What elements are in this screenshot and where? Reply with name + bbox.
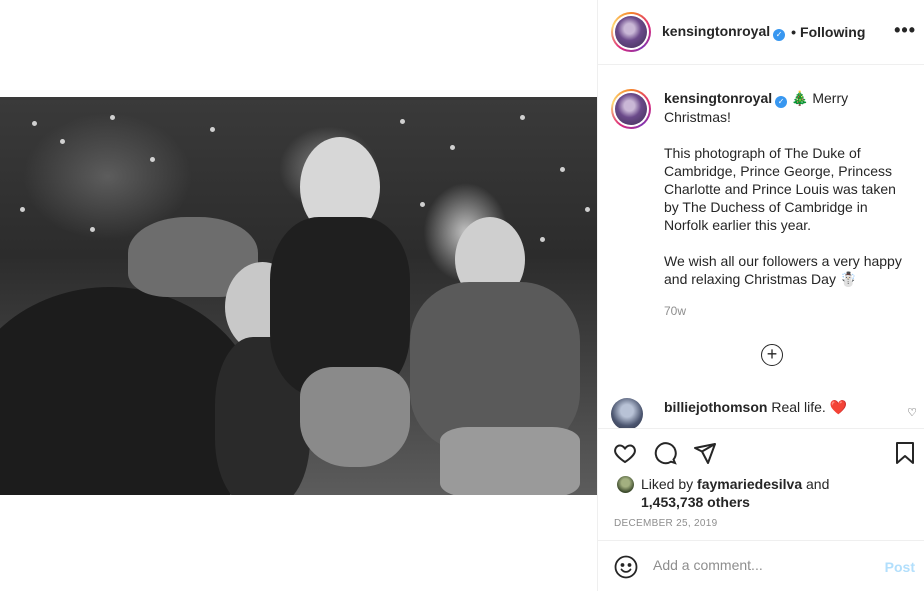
add-comment-section: Post <box>598 540 924 591</box>
emoji-icon[interactable] <box>614 555 638 579</box>
post-header: kensingtonroyal ✓ • Following ••• <box>598 0 924 65</box>
caption-row: kensingtonroyal ✓ 🎄 Merry Christmas! This… <box>611 89 914 288</box>
caption-text: kensingtonroyal ✓ 🎄 Merry Christmas! This… <box>664 89 914 288</box>
liker-username[interactable]: faymariedesilva <box>697 476 802 492</box>
commenter-avatar[interactable] <box>611 398 643 428</box>
bokeh-dot <box>210 127 215 132</box>
post-age[interactable]: 70w <box>664 304 686 318</box>
bokeh-dot <box>150 157 155 162</box>
caption-closing: We wish all our followers a very happy a… <box>664 253 906 287</box>
post-actions: Liked by faymariedesilva and 1,453,738 o… <box>598 428 924 540</box>
girl-skirt <box>300 367 410 467</box>
liker-avatar[interactable] <box>617 476 634 493</box>
avatar-frame <box>613 91 649 127</box>
verified-badge-icon: ✓ <box>773 29 786 41</box>
caption-avatar[interactable] <box>611 89 651 129</box>
likes-prefix: Liked by <box>641 476 698 492</box>
bokeh-dot <box>90 227 95 232</box>
verified-badge-icon: ✓ <box>775 96 788 108</box>
likes-summary: Liked by faymariedesilva and 1,453,738 o… <box>617 475 829 511</box>
bokeh-dot <box>110 115 115 120</box>
username-text[interactable]: kensingtonroyal <box>662 23 770 39</box>
comment-text: billiejothomson Real life. ❤️ <box>664 398 847 416</box>
likes-count[interactable]: 1,453,738 others <box>641 494 750 510</box>
add-circle-icon[interactable]: + <box>761 344 783 366</box>
bokeh-dot <box>420 202 425 207</box>
post-sidebar: kensingtonroyal ✓ • Following ••• kensing… <box>597 0 924 591</box>
bokeh-dot <box>560 167 565 172</box>
bokeh-dot <box>540 237 545 242</box>
caption-username[interactable]: kensingtonroyal <box>664 90 772 106</box>
bokeh-dot <box>20 207 25 212</box>
heart-icon[interactable] <box>613 441 637 465</box>
comment-body: Real life. ❤️ <box>771 399 848 415</box>
post-comment-button[interactable]: Post <box>885 559 915 575</box>
action-icon-row <box>613 441 717 465</box>
post-photo[interactable] <box>0 97 597 495</box>
caption-section: kensingtonroyal ✓ 🎄 Merry Christmas! This… <box>598 66 924 428</box>
caption-body: This photograph of The Duke of Cambridge… <box>664 145 900 233</box>
header-separator: • <box>791 24 797 40</box>
small-heart-icon[interactable]: ♡ <box>907 406 917 419</box>
boy-shorts <box>440 427 580 495</box>
bokeh-dot <box>400 119 405 124</box>
post-date[interactable]: DECEMBER 25, 2019 <box>614 518 717 529</box>
more-options-icon[interactable]: ••• <box>894 21 916 39</box>
comment-input[interactable] <box>653 557 873 573</box>
following-button[interactable]: Following <box>800 24 865 40</box>
comment-icon[interactable] <box>653 441 677 465</box>
bokeh-dot <box>60 139 65 144</box>
avatar-image <box>615 16 647 48</box>
bookmark-icon[interactable] <box>893 441 917 465</box>
header-username[interactable]: kensingtonroyal ✓ <box>662 23 786 41</box>
comment-item: billiejothomson Real life. ❤️ ♡ <box>611 398 921 428</box>
profile-avatar[interactable] <box>611 12 651 52</box>
comment-username[interactable]: billiejothomson <box>664 399 767 415</box>
bokeh-dot <box>32 121 37 126</box>
bokeh-dot <box>520 115 525 120</box>
likes-text: Liked by faymariedesilva and 1,453,738 o… <box>641 475 829 511</box>
share-icon[interactable] <box>693 441 717 465</box>
avatar-image <box>615 93 647 125</box>
avatar-frame <box>613 14 649 50</box>
likes-conjunction: and <box>802 476 830 492</box>
media-area <box>0 0 597 591</box>
bokeh-dot <box>585 207 590 212</box>
bokeh-dot <box>450 145 455 150</box>
